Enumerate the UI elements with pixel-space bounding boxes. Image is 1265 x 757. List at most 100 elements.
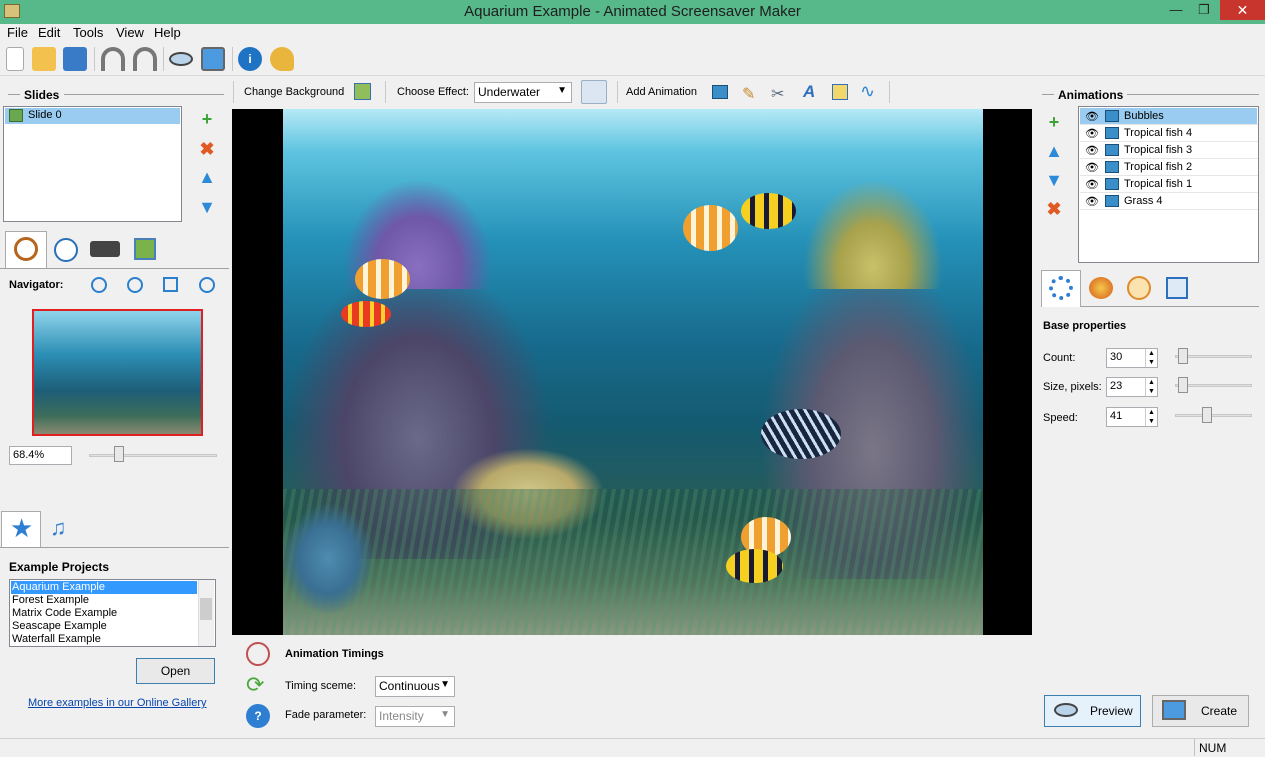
key-icon[interactable] [270,47,294,71]
move-up-slide-icon[interactable]: ▲ [198,168,216,186]
move-down-slide-icon[interactable]: ▼ [198,198,216,216]
preview-eye-icon[interactable] [169,52,193,66]
speed-value: 41 [1110,410,1123,422]
tropical-fish [683,205,738,251]
actual-size-icon[interactable] [199,277,215,293]
help-icon[interactable]: ? [246,704,270,728]
status-bar [0,738,1265,757]
add-animation-icon[interactable]: + [1045,113,1063,131]
base-properties-header: Base properties [1043,320,1127,332]
menu-view[interactable]: View [116,25,144,40]
example-item[interactable]: Aquarium Example [12,581,105,593]
chevron-down-icon: ▼ [557,85,567,96]
compass-icon[interactable] [1127,276,1151,300]
move-down-animation-icon[interactable]: ▼ [1045,171,1063,189]
eye-icon[interactable]: 👁 [1085,161,1099,174]
monitor-icon [1162,700,1186,720]
example-item[interactable]: Matrix Code Example [12,607,117,619]
zoom-slider-track[interactable] [89,454,217,457]
redo-icon[interactable] [133,47,157,71]
menu-file[interactable]: File [7,25,28,40]
effect-select[interactable]: Underwater ▼ [474,82,572,103]
refresh-icon: ⟳ [246,672,265,697]
speed-slider-thumb[interactable] [1201,407,1212,423]
eye-icon[interactable]: 👁 [1085,110,1099,123]
minimize-button[interactable]: — [1162,0,1190,20]
add-film-animation-icon[interactable] [712,85,728,99]
slides-header: Slides [24,88,60,102]
size-label: Size, pixels: [1043,381,1102,393]
effect-select-value: Underwater [478,85,541,99]
eye-icon[interactable]: 👁 [1085,127,1099,140]
example-item[interactable]: Waterfall Example [12,633,101,645]
camera-icon[interactable] [90,241,120,257]
animation-name: Bubbles [1124,110,1164,122]
eye-icon[interactable]: 👁 [1085,178,1099,191]
speed-label: Speed: [1043,412,1078,424]
count-slider-thumb[interactable] [1178,348,1189,364]
effect-settings-icon[interactable] [581,80,607,104]
aquarium-scene[interactable] [283,109,983,635]
zoom-in-icon[interactable] [91,277,107,293]
preview-button-label: Preview [1090,704,1133,718]
example-item[interactable]: Forest Example [12,594,89,606]
chevron-down-icon: ▼ [440,679,450,690]
fit-icon[interactable] [163,277,178,292]
change-background-label[interactable]: Change Background [244,86,344,98]
move-up-animation-icon[interactable]: ▲ [1045,142,1063,160]
brush-icon[interactable]: ✎ [742,84,755,104]
size-slider-thumb[interactable] [1178,377,1189,393]
palette-icon[interactable] [1089,277,1113,299]
online-gallery-link[interactable]: More examples in our Online Gallery [28,697,207,709]
undo-icon[interactable] [101,47,125,71]
animation-name: Tropical fish 3 [1124,144,1193,156]
navigator-thumbnail[interactable] [32,309,203,436]
speed-spin-arrows[interactable]: ▲ ▼ [1145,408,1157,426]
fade-parameter-select[interactable]: Intensity ▼ [375,706,455,727]
zoom-out-icon[interactable] [127,277,143,293]
film-icon [1105,127,1119,139]
wave-icon[interactable]: ∿ [860,81,875,102]
info-icon[interactable]: i [238,47,262,71]
bounds-icon[interactable] [1166,277,1188,299]
save-icon[interactable] [63,47,87,71]
new-file-icon[interactable] [6,47,24,71]
open-folder-icon[interactable] [32,47,56,71]
effects-icon[interactable]: ✂ [771,84,784,104]
size-spin-arrows[interactable]: ▲ ▼ [1145,378,1157,396]
speed-slider-track[interactable] [1175,414,1252,417]
examples-scroll-thumb[interactable] [200,598,212,620]
music-icon[interactable]: ♫ [50,515,67,541]
add-slide-icon[interactable]: + [198,110,216,128]
text-icon[interactable]: A [803,82,815,102]
menu-tools[interactable]: Tools [73,25,103,40]
tropical-fish [355,259,410,299]
preview-eye-icon [1054,703,1078,717]
zoom-field[interactable]: 68.4% [9,446,72,465]
eye-icon[interactable]: 👁 [1085,144,1099,157]
tropical-fish [741,193,796,229]
delete-slide-icon[interactable]: ✖ [198,140,216,158]
animation-name: Grass 4 [1124,195,1163,207]
open-button[interactable]: Open [136,658,215,684]
maximize-button[interactable]: ❐ [1190,0,1218,20]
image-properties-icon[interactable] [134,238,156,260]
delete-animation-icon[interactable]: ✖ [1045,200,1063,218]
count-spin-arrows[interactable]: ▲ ▼ [1145,349,1157,367]
menu-edit[interactable]: Edit [38,25,60,40]
film-icon [1105,144,1119,156]
change-background-icon[interactable] [354,83,371,100]
image-grid-icon[interactable] [832,84,848,100]
clock-icon[interactable] [54,238,78,262]
menu-bar [0,24,1265,43]
zoom-slider-thumb[interactable] [114,446,124,462]
monitor-icon[interactable] [201,47,225,71]
timing-scheme-select[interactable]: Continuous ▼ [375,676,455,697]
eye-icon[interactable]: 👁 [1085,195,1099,208]
tropical-fish [726,549,783,583]
menu-help[interactable]: Help [154,25,181,40]
close-button[interactable]: ✕ [1220,0,1265,20]
window-title: Aquarium Example - Animated Screensaver … [464,3,801,20]
timing-scheme-value: Continuous [379,679,440,693]
example-item[interactable]: Seascape Example [12,620,107,632]
